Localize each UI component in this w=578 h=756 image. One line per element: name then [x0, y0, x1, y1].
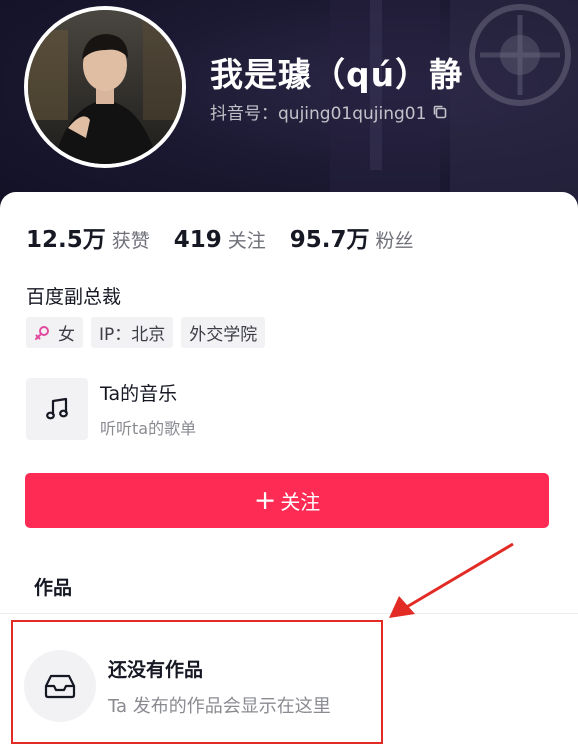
- school-tag[interactable]: 外交学院: [181, 317, 266, 348]
- stat-followers-value: 95.7万: [289, 227, 370, 253]
- douyin-id-row: 抖音号：qujing01qujing01: [210, 99, 448, 124]
- stat-likes-value: 12.5万: [26, 227, 106, 253]
- stat-followers[interactable]: 95.7万 粉丝: [290, 220, 414, 254]
- avatar[interactable]: [24, 6, 186, 168]
- profile-name: 我是璩（qú）静: [210, 55, 464, 94]
- copy-icon[interactable]: [432, 104, 448, 120]
- music-cover: [26, 378, 88, 440]
- music-title: Ta的音乐: [100, 383, 178, 405]
- tab-works[interactable]: 作品: [34, 573, 72, 600]
- stat-following-value: 419: [173, 227, 222, 253]
- music-note-icon: [46, 397, 68, 420]
- ip-tag: IP：北京: [91, 317, 174, 348]
- avatar-photo: [28, 10, 182, 164]
- plus-icon: +: [253, 485, 277, 516]
- profile-header: 我是璩（qú）静 抖音号：qujing01qujing01: [0, 0, 578, 215]
- follow-button-label: 关注: [280, 490, 321, 514]
- gender-tag: 女: [26, 317, 83, 348]
- annotation-highlight-box: [11, 620, 383, 744]
- douyin-id: 抖音号：qujing01qujing01: [210, 104, 427, 124]
- gender-tag-label: 女: [58, 325, 75, 345]
- annotation-arrow-icon: [389, 542, 514, 618]
- tag-row: 女 IP：北京 外交学院: [26, 317, 273, 348]
- stats-row: 12.5万 获赞 419 关注 95.7万 粉丝: [26, 220, 438, 254]
- follow-button[interactable]: + 关注: [25, 473, 549, 528]
- stat-likes[interactable]: 12.5万 获赞: [26, 220, 150, 254]
- bio-text: 百度副总裁: [26, 286, 122, 308]
- music-subtitle: 听听ta的歌单: [100, 419, 197, 438]
- school-tag-label: 外交学院: [189, 325, 258, 345]
- music-entry[interactable]: Ta的音乐 听听ta的歌单: [26, 378, 196, 440]
- music-text: Ta的音乐 听听ta的歌单: [100, 379, 196, 439]
- stat-following[interactable]: 419 关注: [174, 226, 266, 253]
- stat-followers-label: 粉丝: [375, 230, 414, 252]
- ip-tag-label: IP：北京: [99, 325, 166, 345]
- stat-likes-label: 获赞: [111, 230, 150, 252]
- female-icon: [35, 325, 49, 340]
- stat-following-label: 关注: [227, 230, 266, 252]
